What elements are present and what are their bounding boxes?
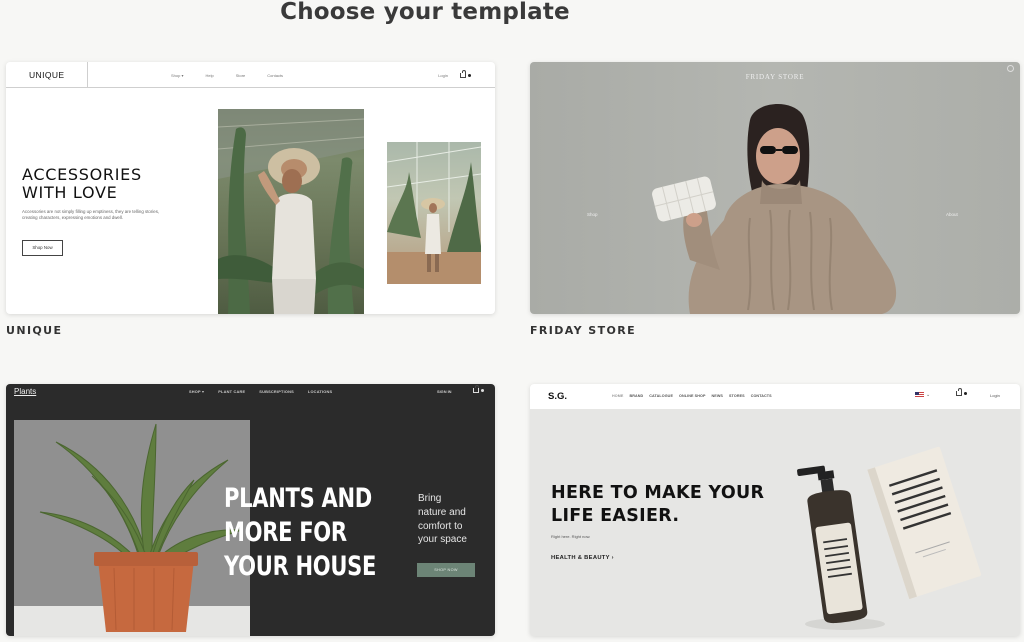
friday-brand: FRIDAY STORE <box>745 73 805 81</box>
sg-menu-news: NEWS <box>711 394 723 398</box>
plants-headline: PLANTS AND MORE FOR YOUR HOUSE <box>224 482 376 584</box>
unique-menu-contacts: Contacts <box>267 72 284 78</box>
plants-menu: SHOP ▾ PLANT CARE SUBSCRIPTIONS LOCATION… <box>189 389 332 394</box>
unique-menu: Shop ▾ Help Store Contacts <box>171 62 283 88</box>
sg-headline-line2: LIFE EASIER. <box>551 506 680 526</box>
plants-shop-button: SHOP NOW <box>417 563 475 577</box>
sg-menu-catalogue: CATALOGUE <box>649 394 674 398</box>
cart-icon <box>460 69 466 78</box>
unique-headline: ACCESSORIES WITH LOVE <box>22 166 142 202</box>
sg-logo: S.G. <box>548 391 568 402</box>
unique-secondary-photo <box>387 142 481 284</box>
unique-logo: UNIQUE <box>6 62 88 88</box>
plants-cart <box>473 385 484 393</box>
unique-navbar: UNIQUE Shop ▾ Help Store Contacts Login <box>6 62 495 88</box>
plants-headline-line3: YOUR HOUSE <box>224 551 377 582</box>
unique-shop-button: Shop Now <box>22 240 63 256</box>
template-card-unique[interactable]: UNIQUE Shop ▾ Help Store Contacts Login … <box>6 62 495 314</box>
template-label-friday-store: FRIDAY STORE <box>530 324 637 337</box>
greenhouse-woman-illustration <box>387 142 481 284</box>
unique-menu-shop: Shop ▾ <box>171 72 184 78</box>
unique-body-text: Accessories are not simply filling up em… <box>22 209 160 220</box>
unique-menu-store: Store <box>235 72 246 78</box>
sg-menu-online-shop: ONLINE SHOP <box>679 394 706 398</box>
sg-cart <box>956 388 967 396</box>
woman-sweater-illustration <box>652 103 897 314</box>
sg-headline: HERE TO MAKE YOUR LIFE EASIER. <box>551 482 764 528</box>
cosmetic-products-illustration <box>797 446 982 630</box>
cart-count-dot <box>468 73 471 77</box>
unique-hero-photo <box>218 109 364 314</box>
sg-menu-brand: BRAND <box>629 394 644 398</box>
plants-menu-plant-care: PLANT CARE <box>218 389 246 394</box>
sg-navbar: S.G. HOME BRAND CATALOGUE ONLINE SHOP NE… <box>530 384 1020 409</box>
unique-login: Login <box>438 72 448 78</box>
plants-sub-line1: Bring <box>418 493 442 504</box>
sg-menu-stores: STORES <box>729 394 745 398</box>
close-circle-icon <box>1007 65 1014 72</box>
friday-link-about: About <box>946 212 958 217</box>
plants-sub-line3: comfort to <box>418 520 463 532</box>
plants-subtext: Bring nature and comfort to your space <box>418 492 492 547</box>
plants-menu-subscriptions: SUBSCRIPTIONS <box>259 389 294 394</box>
sg-category-link: HEALTH & BEAUTY › <box>551 555 614 561</box>
unique-cart <box>460 69 471 78</box>
us-flag-icon <box>915 392 924 398</box>
template-card-friday-store[interactable]: FRIDAY STORE Shop Lookbook About <box>530 62 1020 314</box>
sg-headline-line1: HERE TO MAKE YOUR <box>551 483 765 503</box>
potted-aloe-illustration <box>14 420 250 636</box>
cart-count-dot <box>481 389 484 392</box>
template-card-sg[interactable]: S.G. HOME BRAND CATALOGUE ONLINE SHOP NE… <box>530 384 1020 636</box>
chevron-down-icon: ⌄ <box>926 392 931 398</box>
plants-sub-line2: nature and <box>418 506 466 518</box>
template-card-plants[interactable]: Plants SHOP ▾ PLANT CARE SUBSCRIPTIONS L… <box>6 384 495 636</box>
unique-headline-line1: ACCESSORIES <box>22 165 142 184</box>
unique-headline-line2: WITH LOVE <box>22 183 118 202</box>
plants-menu-shop: SHOP ▾ <box>189 389 205 394</box>
sg-menu: HOME BRAND CATALOGUE ONLINE SHOP NEWS ST… <box>612 394 772 398</box>
unique-menu-help: Help <box>205 72 214 78</box>
sg-small-text: Right here. Right now. <box>551 534 591 539</box>
plants-headline-line2: MORE FOR <box>224 517 347 548</box>
plants-menu-locations: LOCATIONS <box>307 389 333 394</box>
unique-nav-right: Login <box>438 62 471 88</box>
page-title: Choose your template <box>280 0 570 25</box>
template-label-unique: UNIQUE <box>6 324 63 337</box>
plants-logo: Plants <box>14 387 37 396</box>
cart-icon <box>956 388 962 396</box>
friday-link-shop: Shop <box>587 212 598 217</box>
sg-menu-home: HOME <box>612 394 624 398</box>
cart-count-dot <box>964 392 967 395</box>
plants-hero-photo <box>14 420 250 636</box>
sg-menu-contacts: CONTACTS <box>750 394 772 398</box>
cactus-woman-illustration <box>218 109 364 314</box>
cart-icon <box>473 385 479 393</box>
plants-sub-line4: your space <box>418 534 467 546</box>
plants-signin: SIGN IN <box>437 389 452 394</box>
plants-headline-line1: PLANTS AND <box>224 483 372 514</box>
sg-login: Login <box>990 393 1000 398</box>
